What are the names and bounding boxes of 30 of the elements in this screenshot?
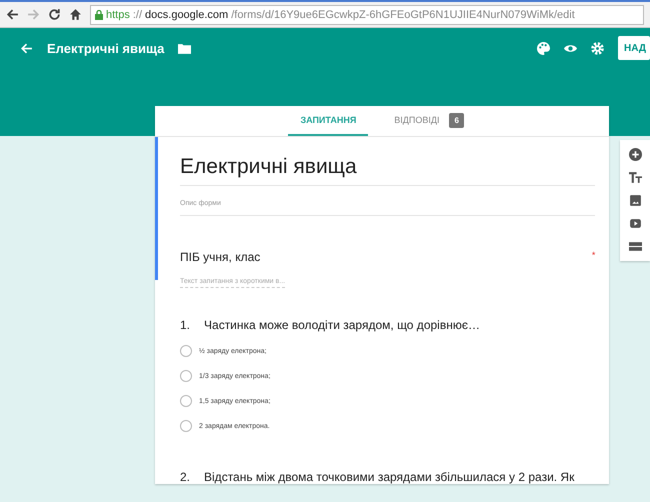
radio-button[interactable] xyxy=(180,420,192,432)
palette-icon[interactable] xyxy=(537,42,550,54)
add-icon[interactable] xyxy=(628,148,642,161)
reload-icon[interactable] xyxy=(48,8,61,21)
tab[interactable]: ЗАПИТАННЯ xyxy=(288,106,368,136)
question-number: 2. xyxy=(180,470,190,484)
required-mark: * xyxy=(592,250,596,262)
form-title[interactable]: Електричні явища xyxy=(180,155,596,186)
section-icon[interactable] xyxy=(628,240,642,253)
radio-button[interactable] xyxy=(180,370,192,382)
header-title: Електричні явища xyxy=(47,40,164,56)
address-field[interactable]: https :// docs.google.com /forms/d/16Y9ue6EGcwkpZ-6hGFEoGtP6N1UJIIE4NurN079WiMk/edit xyxy=(90,4,644,24)
video-icon[interactable] xyxy=(628,217,642,230)
home-icon[interactable] xyxy=(69,8,82,21)
folder-icon[interactable] xyxy=(178,42,192,54)
question-title: Відстань між двома точковими зарядами збільшилася у 2 рази. Як xyxy=(204,470,574,484)
question-number: 1. xyxy=(180,318,190,332)
send-button[interactable]: НАД xyxy=(618,36,650,60)
settings-icon[interactable] xyxy=(591,42,604,54)
back-arrow-icon[interactable] xyxy=(20,42,33,54)
back-icon[interactable] xyxy=(6,8,19,21)
text-size-icon[interactable] xyxy=(628,171,642,184)
count-badge: 6 xyxy=(449,112,464,128)
question-title: Частинка може володіти зарядом, що дорівнює… xyxy=(204,318,480,332)
radio-button[interactable] xyxy=(180,345,192,357)
lock-icon xyxy=(95,10,103,20)
question-title: ПІБ учня, клас xyxy=(180,250,260,264)
tab[interactable]: ВІДПОВІДІ 6 xyxy=(382,106,476,136)
radio-button[interactable] xyxy=(180,395,192,407)
image-icon[interactable] xyxy=(628,194,642,207)
